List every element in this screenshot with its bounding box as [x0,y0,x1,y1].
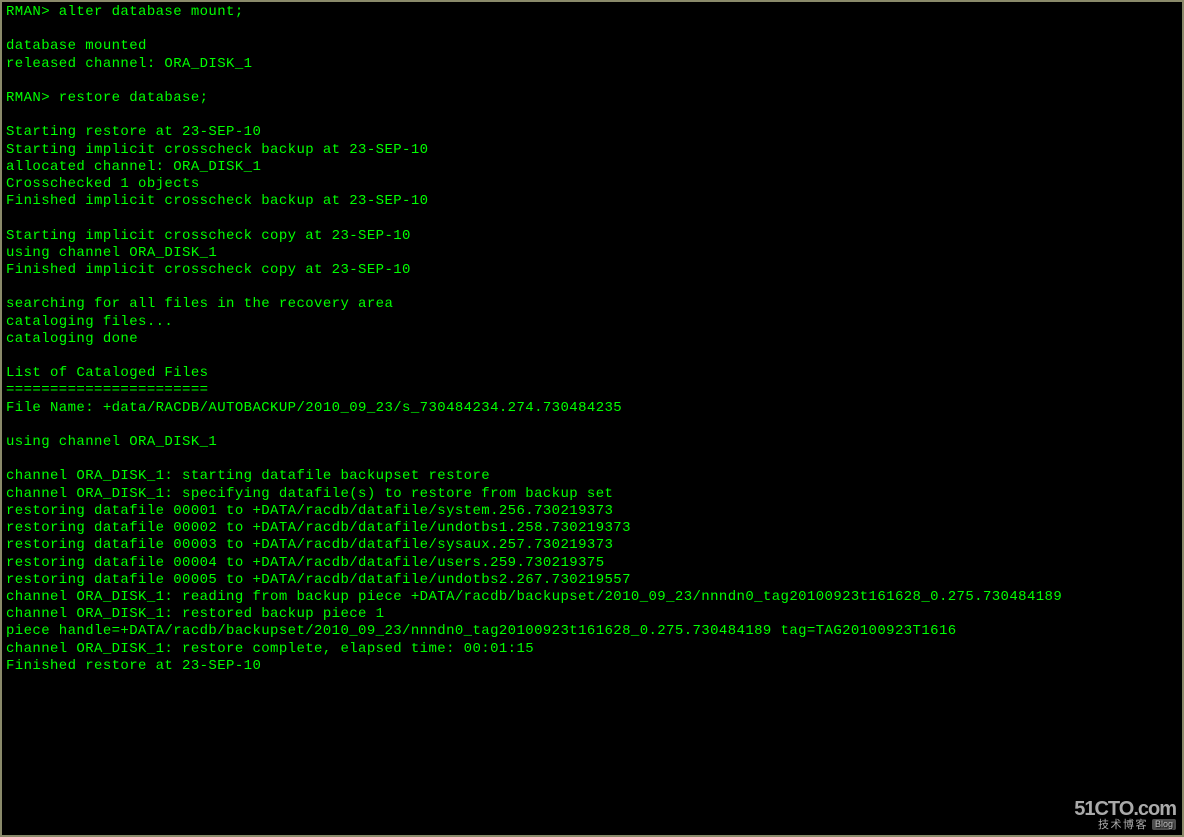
watermark-subtitle: 技术博客Blog [1074,819,1176,831]
watermark-tag: Blog [1152,819,1176,830]
watermark-site: 51CTO.com [1074,799,1176,819]
watermark: 51CTO.com 技术博客Blog [1074,799,1176,831]
terminal-output[interactable]: RMAN> alter database mount; database mou… [2,2,1182,677]
